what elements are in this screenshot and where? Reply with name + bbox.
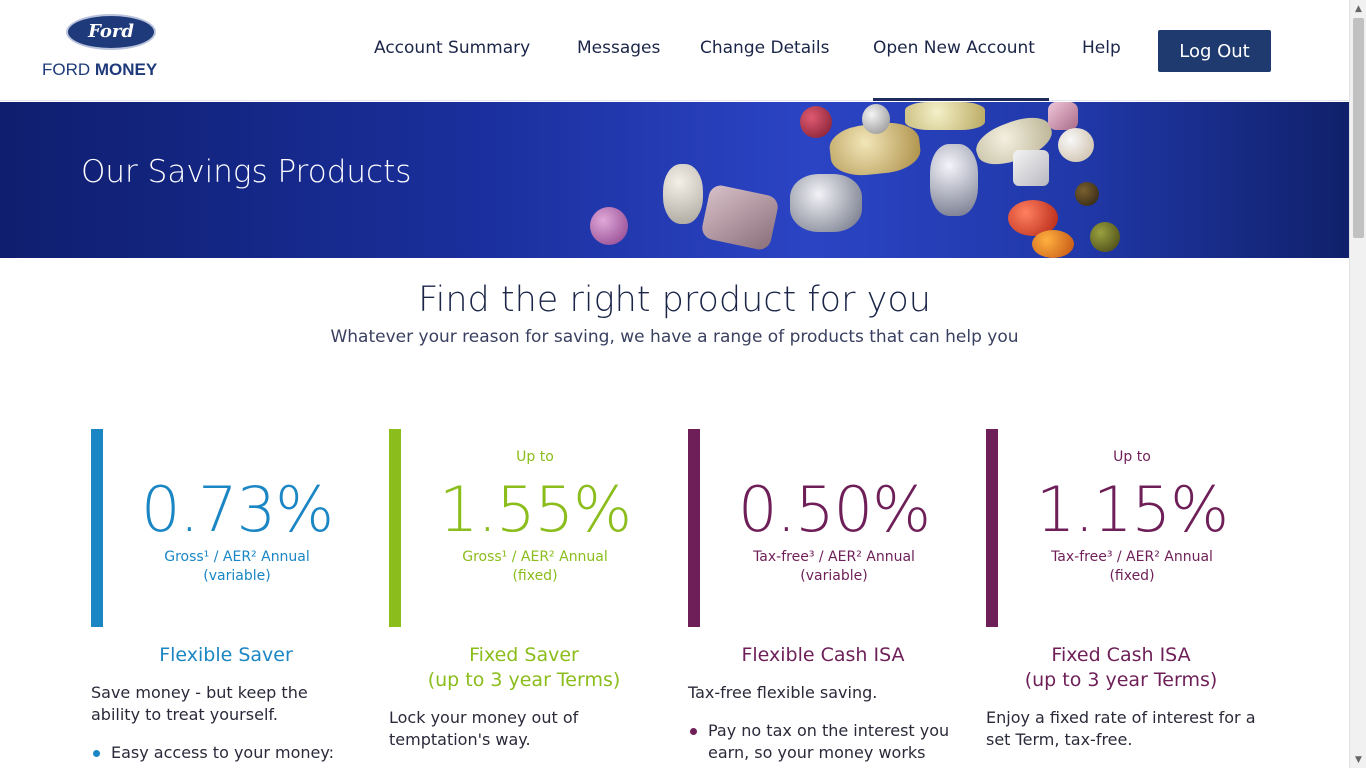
rate-type: Gross¹ / AER² Annual bbox=[462, 549, 608, 565]
product-name-line1: Fixed Cash ISA bbox=[1051, 644, 1191, 666]
vertical-scrollbar[interactable]: ▲ ▼ bbox=[1349, 0, 1366, 768]
section-heading: Find the right product for you bbox=[418, 280, 931, 320]
product-card-flexible-saver: 0.73% Gross¹ / AER² Annual (variable) Fl… bbox=[91, 429, 371, 764]
ford-money-logo[interactable]: Ford FORD MONEY bbox=[42, 14, 182, 84]
triangle-up-icon[interactable]: ▲ bbox=[1350, 0, 1366, 17]
rate-term: (variable) bbox=[800, 568, 868, 584]
feature-bullet: Easy access to your money: bbox=[91, 742, 371, 764]
product-description: Tax-free flexible saving. bbox=[688, 683, 878, 702]
rate-panel: 0.50% Tax-free³ / AER² Annual (variable) bbox=[688, 429, 968, 627]
product-card-flexible-cash-isa: 0.50% Tax-free³ / AER² Annual (variable)… bbox=[688, 429, 968, 768]
product-name[interactable]: Flexible Cash ISA bbox=[688, 643, 958, 668]
nav-open-new-account[interactable]: Open New Account bbox=[873, 38, 1035, 58]
log-out-button[interactable]: Log Out bbox=[1158, 30, 1271, 72]
rate-panel: 0.73% Gross¹ / AER² Annual (variable) bbox=[91, 429, 371, 627]
rate-description: Gross¹ / AER² Annual (variable) bbox=[103, 548, 371, 586]
product-name[interactable]: Fixed Cash ISA (up to 3 year Terms) bbox=[986, 643, 1256, 693]
scrollbar-thumb[interactable] bbox=[1353, 18, 1364, 238]
nav-change-details[interactable]: Change Details bbox=[700, 38, 829, 58]
feature-text: Easy access to your money: bbox=[111, 743, 335, 762]
nav-account-summary[interactable]: Account Summary bbox=[374, 38, 530, 58]
product-name[interactable]: Flexible Saver bbox=[91, 643, 361, 668]
hero-banner: Our Savings Products bbox=[0, 102, 1349, 258]
accent-bar bbox=[389, 429, 401, 627]
brand-name-light: FORD bbox=[42, 60, 95, 79]
product-name-line1: Fixed Saver bbox=[469, 644, 579, 666]
product-name-line2: (up to 3 year Terms) bbox=[427, 669, 621, 691]
rate-type: Tax-free³ / AER² Annual bbox=[1051, 549, 1213, 565]
accent-bar bbox=[91, 429, 103, 627]
rate-description: Gross¹ / AER² Annual (fixed) bbox=[401, 548, 669, 586]
active-nav-indicator bbox=[873, 98, 1049, 101]
product-name-line2: (up to 3 year Terms) bbox=[1024, 669, 1218, 691]
bullet-dot-icon bbox=[690, 728, 697, 735]
rate-panel: Up to 1.15% Tax-free³ / AER² Annual (fix… bbox=[986, 429, 1266, 627]
product-description: Enjoy a fixed rate of interest for a set… bbox=[986, 708, 1256, 749]
rate-term: (fixed) bbox=[512, 568, 558, 584]
interest-rate: 0.73% bbox=[141, 473, 334, 546]
rate-type: Tax-free³ / AER² Annual bbox=[753, 549, 915, 565]
rate-prefix: Up to bbox=[1113, 449, 1151, 465]
brand-name-bold: MONEY bbox=[94, 60, 158, 79]
product-card-fixed-cash-isa: Up to 1.15% Tax-free³ / AER² Annual (fix… bbox=[986, 429, 1266, 751]
product-card-fixed-saver: Up to 1.55% Gross¹ / AER² Annual (fixed)… bbox=[389, 429, 669, 751]
triangle-down-icon[interactable]: ▼ bbox=[1350, 751, 1366, 768]
ford-oval-text: Ford bbox=[88, 21, 134, 42]
accent-bar bbox=[688, 429, 700, 627]
rate-description: Tax-free³ / AER² Annual (variable) bbox=[700, 548, 968, 586]
product-name-line1: Flexible Cash ISA bbox=[741, 644, 905, 666]
interest-rate: 1.55% bbox=[439, 473, 632, 546]
nav-help[interactable]: Help bbox=[1082, 38, 1121, 58]
hero-title: Our Savings Products bbox=[81, 154, 412, 190]
product-name-line1: Flexible Saver bbox=[159, 644, 293, 666]
accent-bar bbox=[986, 429, 998, 627]
product-description: Lock your money out of temptation's way. bbox=[389, 708, 579, 749]
bullet-dot-icon bbox=[93, 750, 100, 757]
interest-rate: 1.15% bbox=[1036, 473, 1229, 546]
feature-text: Pay no tax on the interest you earn, so … bbox=[708, 721, 950, 768]
interest-rate: 0.50% bbox=[738, 473, 931, 546]
product-description: Save money - but keep the ability to tre… bbox=[91, 683, 308, 724]
section-subheading: Whatever your reason for saving, we have… bbox=[330, 327, 1019, 347]
nav-messages[interactable]: Messages bbox=[577, 38, 660, 58]
rate-prefix: Up to bbox=[516, 449, 554, 465]
feature-bullet: Pay no tax on the interest you earn, so … bbox=[688, 720, 968, 768]
rate-panel: Up to 1.55% Gross¹ / AER² Annual (fixed) bbox=[389, 429, 669, 627]
site-header: Ford FORD MONEY Account Summary Messages… bbox=[0, 0, 1349, 101]
rate-term: (fixed) bbox=[1109, 568, 1155, 584]
product-name[interactable]: Fixed Saver (up to 3 year Terms) bbox=[389, 643, 659, 693]
ford-oval-icon: Ford bbox=[66, 14, 156, 50]
rate-type: Gross¹ / AER² Annual bbox=[164, 549, 310, 565]
rate-term: (variable) bbox=[203, 568, 271, 584]
rate-description: Tax-free³ / AER² Annual (fixed) bbox=[998, 548, 1266, 586]
brand-name: FORD MONEY bbox=[42, 60, 157, 80]
